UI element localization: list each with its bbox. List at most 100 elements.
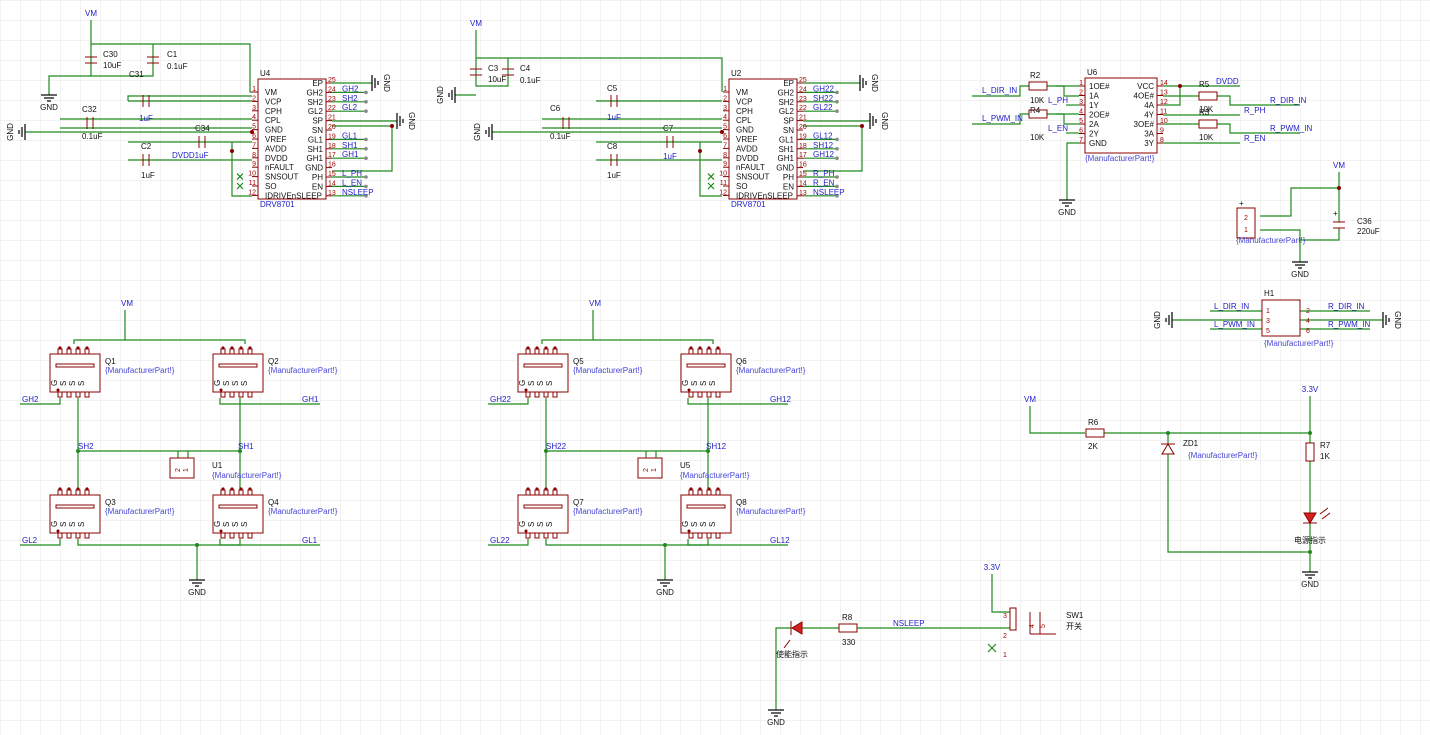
u4-net-label: SH2 <box>342 94 358 103</box>
r3-ref: R3 <box>1199 108 1210 117</box>
u2-pin-name: GH1 <box>778 154 795 163</box>
mosfet-pin-name: S <box>68 522 77 527</box>
mosfet-pin-name: G <box>518 380 527 386</box>
u4-net-label: SH1 <box>342 141 358 150</box>
u4-pin-number: 20 <box>328 124 336 131</box>
u4-net-label: GH2 <box>342 84 359 93</box>
schematic-svg: U4 DRV8701 VM 1 VCP 2 CPH 3 CPL 4 GND 5 VREF 6 AVDD 7 DV… <box>0 0 1430 735</box>
u4-pin-number: 5 <box>252 124 256 131</box>
mosfet-pin-dot <box>716 346 720 350</box>
u2-pin-name: IDRIVEnSLEEP <box>736 191 793 200</box>
plus-sign: + <box>1239 199 1244 208</box>
gnd-label: GND <box>40 103 58 112</box>
junction-dot <box>230 149 234 153</box>
net-port <box>835 100 839 104</box>
mosfet-pin-name: S <box>77 522 86 527</box>
pin1-mark <box>524 388 528 392</box>
u2-pin-number: 5 <box>723 124 727 131</box>
u4-pin-name: GND <box>305 164 323 173</box>
u6-pin-name: VCC <box>1137 82 1154 91</box>
mosfet-pin-name: S <box>68 381 77 386</box>
mosfet-pin-dot <box>239 487 243 491</box>
net-port <box>835 156 839 160</box>
r7-val: 1K <box>1320 452 1330 461</box>
u2-net-label: R_PH <box>813 169 835 178</box>
u4-part: DRV8701 <box>260 200 295 209</box>
pin1-mark <box>219 388 223 392</box>
c36-ref: C36 <box>1357 217 1372 226</box>
u2-pin-name: DVDD <box>736 154 759 163</box>
mosfet-pin-dot <box>67 487 71 491</box>
u4-pin-name: VREF <box>265 135 286 144</box>
mosfet-pin-dot <box>689 487 693 491</box>
pin-number: 2 <box>1244 215 1248 222</box>
dvdd1uf-label: DVDD1uF <box>172 151 209 160</box>
junction-dot <box>195 543 199 547</box>
mosfet-pin-dot <box>698 487 702 491</box>
u2-pin-number: 22 <box>799 105 807 112</box>
gl-label: GL22 <box>490 536 510 545</box>
gnd-label: GND <box>870 74 879 92</box>
c7-ref: C7 <box>663 124 674 133</box>
u4-pin-number: 15 <box>328 171 336 178</box>
gnd-label: GND <box>6 123 15 141</box>
u6-pin-name: GND <box>1089 139 1107 148</box>
mosfet-pin-dot <box>67 346 71 350</box>
mosfet-pin-name: S <box>59 522 68 527</box>
h1-pin: 1 <box>1266 308 1270 315</box>
mosfet-pin-name: S <box>690 381 699 386</box>
pin-number: 2 <box>643 468 650 472</box>
r-dir-in-label: R_DIR_IN <box>1270 96 1307 105</box>
c8-ref: C8 <box>607 142 618 151</box>
u2-pin-number: 3 <box>723 105 727 112</box>
gnd-label: GND <box>656 588 674 597</box>
gnd-label: GND <box>1291 270 1309 279</box>
sh-label: SH12 <box>706 442 727 451</box>
c4-ref: C4 <box>520 64 531 73</box>
u4-pin-number: 24 <box>328 86 336 93</box>
connector-mfr: {ManufacturerPart!} <box>212 471 282 480</box>
junction-dot <box>1166 431 1170 435</box>
mosfet-pin-name: S <box>59 381 68 386</box>
u4-pin-name: GH2 <box>307 88 324 97</box>
u2-part: DRV8701 <box>731 200 766 209</box>
u2-pin-name: SO <box>736 182 748 191</box>
mosfet-ref: Q6 <box>736 357 747 366</box>
u4-pin-number: 7 <box>252 142 256 149</box>
mosfet-ref: Q2 <box>268 357 279 366</box>
net-port <box>364 100 368 104</box>
mosfet-pin-name: G <box>518 521 527 527</box>
sh-label: SH2 <box>78 442 94 451</box>
c32-val: 0.1uF <box>82 132 103 141</box>
u4-pin-number: 11 <box>249 180 256 187</box>
h1-pin: 2 <box>1306 308 1310 315</box>
mosfet-ref: Q1 <box>105 357 116 366</box>
u2-pin-number: 8 <box>723 152 727 159</box>
u2-pin-name: SP <box>783 117 794 126</box>
mosfet-pin-name: S <box>240 522 249 527</box>
c30-val: 10uF <box>103 61 121 70</box>
u6-pin-number: 8 <box>1160 137 1164 144</box>
u6-pin-name: 3Y <box>1144 139 1154 148</box>
mosfet-pin-name: S <box>536 522 545 527</box>
mosfet-pin-name: S <box>527 522 536 527</box>
u2-pin-name: PH <box>783 173 794 182</box>
u4-pin-name: PH <box>312 173 323 182</box>
u6-pin-number: 6 <box>1079 128 1083 135</box>
u4-net-label: GL1 <box>342 131 358 140</box>
mosfet-pin-dot <box>58 487 62 491</box>
u4-pin-number: 9 <box>252 161 256 168</box>
u4-pin-name: VCP <box>265 97 281 106</box>
gnd-label: GND <box>1058 208 1076 217</box>
net-port <box>835 175 839 179</box>
mosfet-pin-dot <box>689 346 693 350</box>
h1-r-pwm: R_PWM_IN <box>1328 320 1370 329</box>
u6-pin-name: 1A <box>1089 92 1099 101</box>
r2-val: 10K <box>1030 96 1045 105</box>
u6-pin-number: 9 <box>1160 128 1164 135</box>
u6-pin-name: 1OE# <box>1089 82 1110 91</box>
mosfet-pin-name: S <box>545 381 554 386</box>
u6-pin-number: 12 <box>1160 99 1168 106</box>
mosfet-pin-dot <box>707 346 711 350</box>
u4-pin-name: GND <box>265 126 283 135</box>
